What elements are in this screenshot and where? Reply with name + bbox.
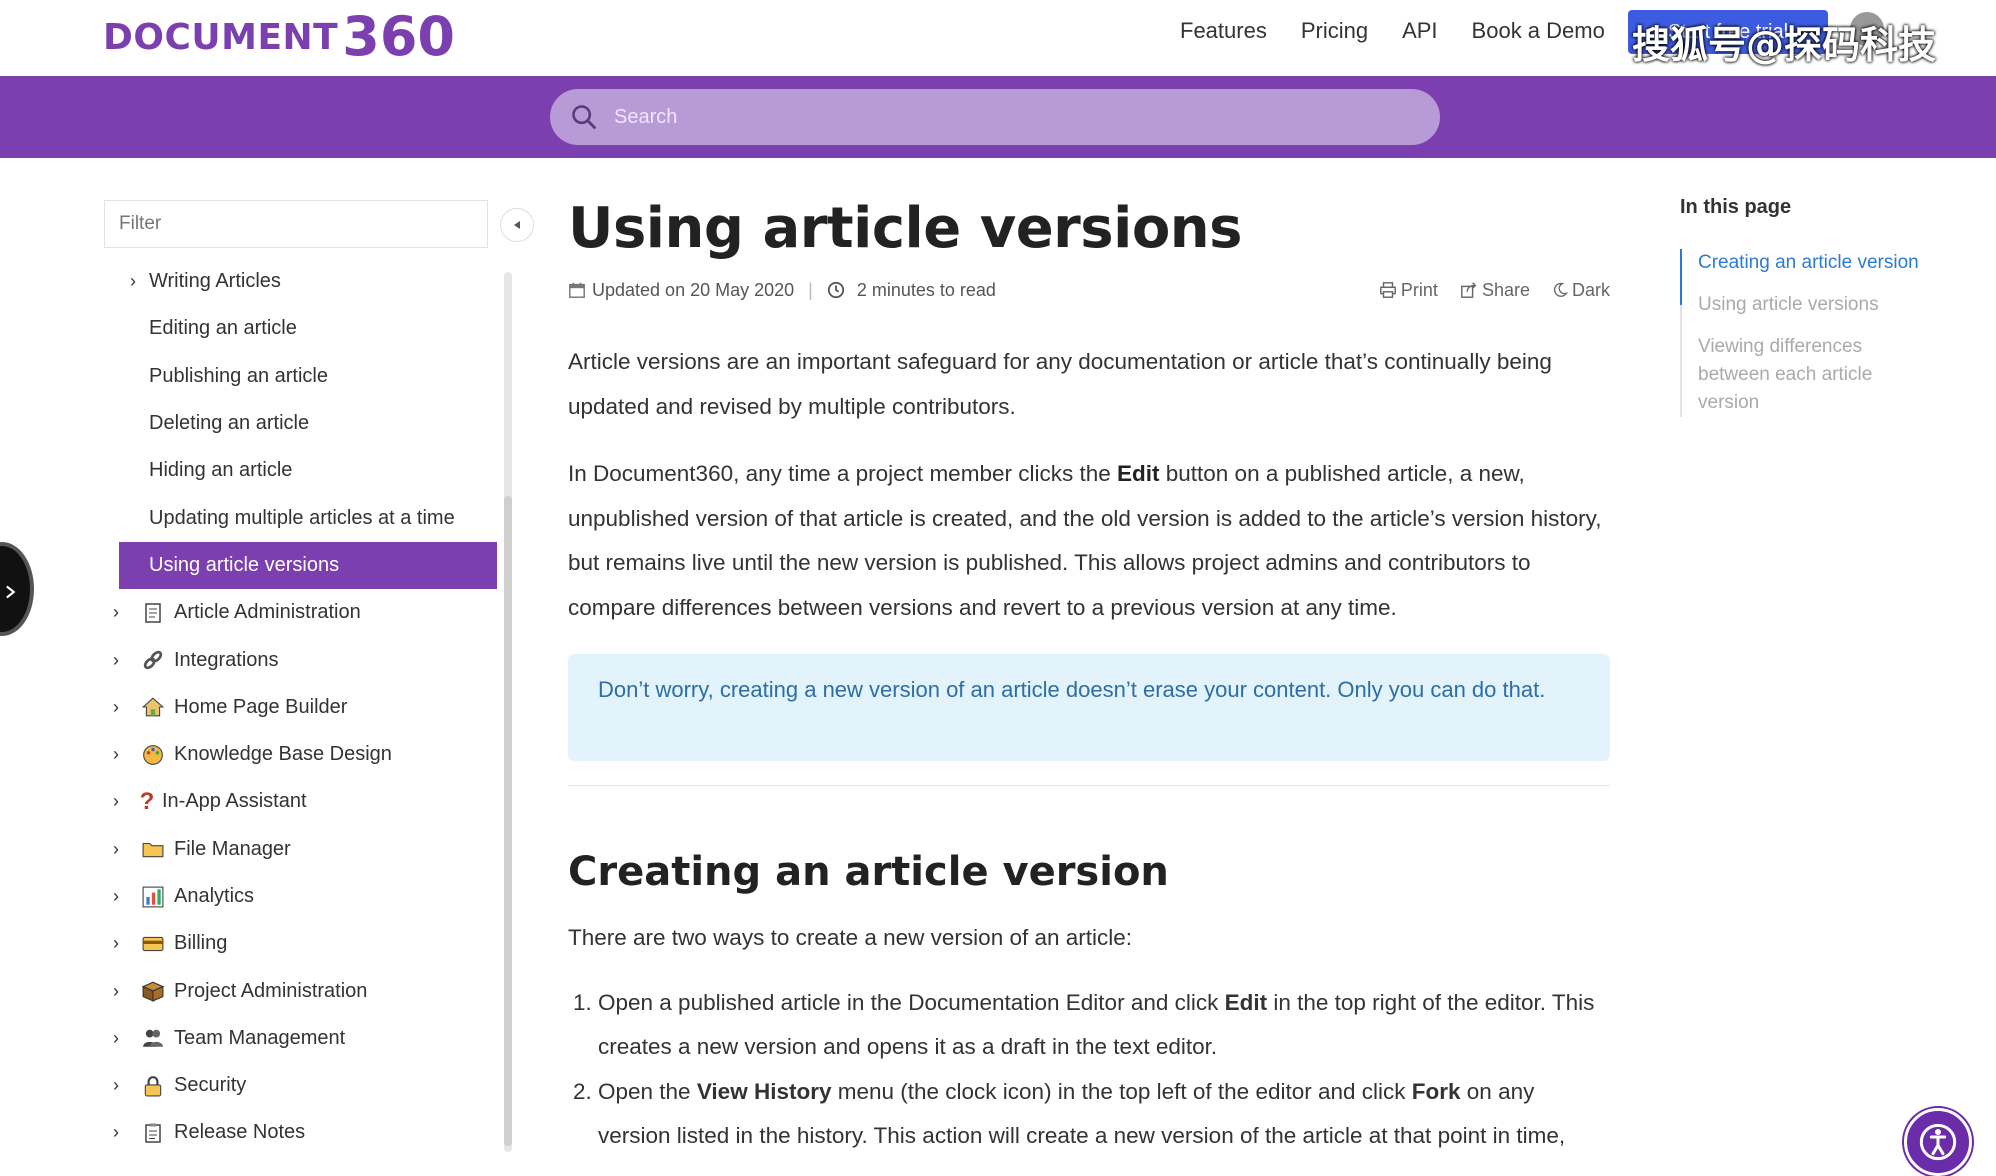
nav-link-book-demo[interactable]: Book a Demo (1472, 18, 1605, 44)
chevron-right-icon[interactable]: › (106, 1122, 126, 1143)
updated-date: Updated on 20 May 2020 (592, 279, 795, 300)
house-icon (140, 694, 166, 720)
accessibility-icon (1919, 1123, 1957, 1161)
chevron-right-icon[interactable]: › (106, 602, 126, 623)
share-icon (1461, 281, 1477, 298)
sidebar-item-integrations[interactable]: › Integrations (104, 636, 498, 683)
top-navbar: DOCUMENT 360 Features Pricing API Book a… (0, 0, 1996, 76)
folder-icon (140, 836, 166, 862)
sidebar-item-team-management[interactable]: › Team Management (104, 1015, 498, 1062)
search-band (0, 76, 1996, 158)
nav-link-pricing[interactable]: Pricing (1301, 18, 1368, 44)
caret-left-icon (514, 221, 520, 229)
search-input[interactable] (612, 104, 1412, 130)
sidebar-item-kb-design[interactable]: › Knowledge Base Design (104, 731, 498, 778)
calendar-icon (569, 282, 585, 298)
sidebar-item-writing-articles[interactable]: › Writing Articles (104, 258, 498, 305)
print-icon (1380, 281, 1396, 298)
list-item: Open the View History menu (the clock ic… (598, 1070, 1610, 1159)
chevron-right-icon[interactable]: › (106, 839, 126, 859)
document360-logo[interactable]: DOCUMENT 360 (103, 6, 455, 68)
search-icon (572, 105, 596, 129)
chevron-right-icon[interactable]: › (106, 886, 126, 907)
side-expand-button[interactable] (0, 542, 34, 636)
clock-icon (827, 281, 844, 299)
chevron-right-icon[interactable]: › (106, 1075, 126, 1096)
article-content: Using article versions Updated on 20 May… (568, 190, 1610, 1159)
info-note: Don’t worry, creating a new version of a… (568, 654, 1610, 761)
sidebar-item-using-versions[interactable]: Using article versions (119, 541, 497, 590)
chevron-right-icon[interactable]: › (106, 697, 126, 717)
nav-link-features[interactable]: Features (1180, 18, 1267, 44)
watermark-text: 搜狐号@探码科技 (1632, 23, 1937, 67)
accessibility-button[interactable] (1904, 1108, 1972, 1176)
question-icon: ? (139, 787, 155, 815)
steps-list: Open a published article in the Document… (568, 981, 1610, 1159)
sidebar-item-analytics[interactable]: › Analytics (104, 873, 498, 920)
sidebar-item-publishing[interactable]: Publishing an article (104, 353, 498, 400)
sidebar-item-in-app-assistant[interactable]: › ? In-App Assistant (104, 778, 498, 825)
palette-icon (140, 742, 166, 768)
sidebar-scrollbar-thumb[interactable] (504, 496, 512, 1146)
chevron-right-icon[interactable]: › (106, 791, 126, 812)
chevron-right-icon[interactable]: › (123, 271, 143, 292)
sidebar-item-security[interactable]: › Security (104, 1062, 498, 1109)
sidebar-item-editing[interactable]: Editing an article (104, 305, 498, 352)
sidebar-item-billing[interactable]: › Billing (104, 920, 498, 967)
sidebar-item-deleting[interactable]: Deleting an article (104, 400, 498, 447)
section-divider (568, 785, 1610, 786)
toc-list: Creating an article version Using articl… (1680, 249, 1930, 417)
dark-mode-toggle[interactable]: Dark (1552, 280, 1610, 301)
section-paragraph: There are two ways to create a new versi… (568, 925, 1133, 950)
collapse-sidebar-button[interactable] (500, 208, 534, 242)
link-icon (140, 647, 166, 673)
print-button[interactable]: Print (1379, 280, 1438, 301)
box-icon (140, 978, 166, 1004)
sidebar-item-hiding[interactable]: Hiding an article (104, 447, 498, 494)
nav-links: Features Pricing API Book a Demo (1180, 14, 1605, 48)
chevron-right-icon[interactable]: › (106, 650, 126, 670)
chevron-right-icon[interactable]: › (106, 981, 126, 1001)
page-title: Using article versions (568, 196, 1243, 261)
intro-paragraph: Article versions are an important safegu… (568, 349, 1552, 419)
chevron-right-icon (6, 585, 16, 599)
lock-icon (140, 1073, 166, 1099)
sidebar-item-release-notes[interactable]: › Release Notes (104, 1109, 498, 1156)
chevron-right-icon[interactable]: › (106, 1028, 126, 1048)
share-button[interactable]: Share (1460, 280, 1530, 301)
sidebar: › Writing Articles Editing an article Pu… (104, 196, 534, 1172)
article-actions: Print Share Dark (1379, 270, 1610, 310)
sidebar-item-home-page-builder[interactable]: › Home Page Builder (104, 684, 498, 731)
sidebar-item-project-administration[interactable]: › Project Administration (104, 967, 498, 1014)
toc-link-using-versions[interactable]: Using article versions (1698, 291, 1930, 319)
sidebar-item-updating-multiple[interactable]: Updating multiple articles at a time (104, 494, 498, 541)
nav-link-api[interactable]: API (1402, 18, 1437, 44)
section-heading: Creating an article version (568, 849, 1169, 895)
meta-separator: | (808, 279, 813, 300)
toc-title: In this page (1680, 196, 1792, 218)
chevron-right-icon[interactable]: › (106, 744, 126, 765)
chart-icon (140, 884, 166, 910)
read-time: 2 minutes to read (856, 279, 996, 300)
moon-icon (1553, 282, 1568, 297)
sidebar-item-file-manager[interactable]: › File Manager (104, 826, 498, 873)
sidebar-item-article-administration[interactable]: › Article Administration (104, 589, 498, 636)
search-box[interactable] (550, 89, 1440, 145)
filter-input[interactable] (104, 200, 488, 248)
page-icon (140, 600, 166, 626)
table-of-contents: In this page Creating an article version… (1680, 196, 1930, 431)
body-paragraph: In Document360, any time a project membe… (568, 461, 1602, 620)
toc-link-creating-version[interactable]: Creating an article version (1680, 249, 1930, 305)
chevron-right-icon[interactable]: › (106, 933, 126, 954)
toc-link-viewing-differences[interactable]: Viewing differences between each article… (1698, 333, 1930, 417)
people-icon (140, 1025, 166, 1051)
article-meta: Updated on 20 May 2020 | 2 minutes to re… (568, 270, 1610, 310)
nav-tree: › Writing Articles Editing an article Pu… (104, 258, 498, 1157)
card-icon (140, 931, 166, 957)
list-item: Open a published article in the Document… (598, 981, 1610, 1070)
notes-icon (140, 1120, 166, 1146)
